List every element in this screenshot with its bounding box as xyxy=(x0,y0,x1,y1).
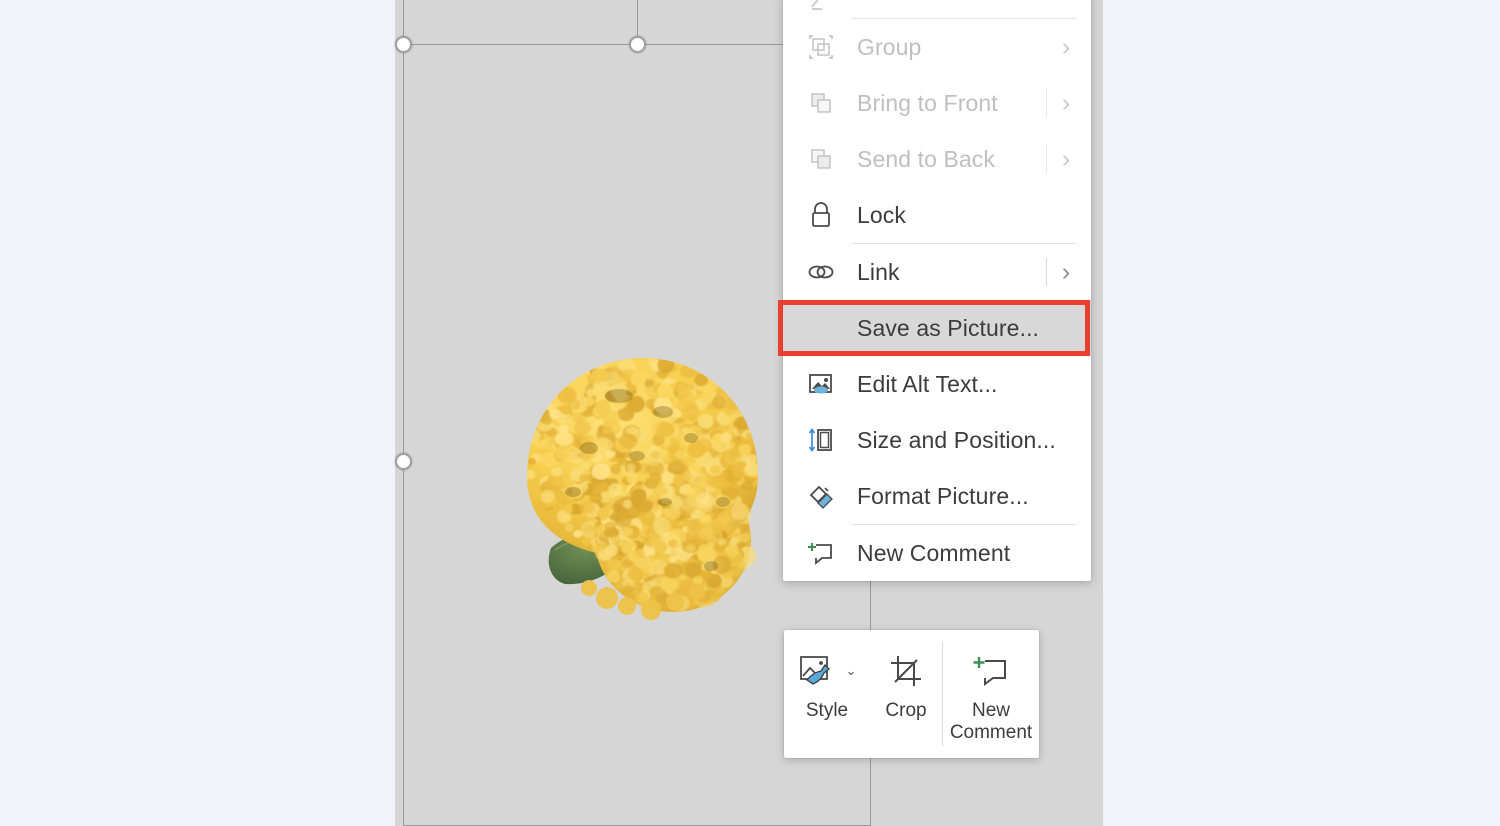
flower-picture[interactable] xyxy=(515,352,770,627)
mini-toolbar-style-button[interactable]: ⌄ Style xyxy=(784,630,870,758)
menu-item-bring-to-front-label: Bring to Front xyxy=(857,89,998,116)
group-icon xyxy=(803,31,839,63)
submenu-divider xyxy=(1046,89,1047,117)
menu-item-save-as-picture-label: Save as Picture... xyxy=(857,314,1040,341)
chevron-down-icon[interactable]: ⌄ xyxy=(846,663,857,679)
menu-item-lock-label: Lock xyxy=(857,201,906,228)
new-comment-line1: New xyxy=(971,700,1010,721)
rotate-handle-top-center[interactable] xyxy=(629,36,646,53)
picture-mini-toolbar[interactable]: ⌄ Style Crop New Comment xyxy=(784,630,1039,758)
mini-toolbar-crop-label: Crop xyxy=(885,700,927,721)
menu-item-link[interactable]: Link › xyxy=(783,244,1091,300)
size-position-icon xyxy=(803,424,839,456)
menu-item-format-picture[interactable]: Format Picture... xyxy=(783,468,1091,524)
menu-item-size-and-position[interactable]: Size and Position... xyxy=(783,412,1091,468)
menu-item-size-and-position-label: Size and Position... xyxy=(857,426,1056,453)
send-to-back-icon xyxy=(803,143,839,175)
chevron-right-icon: › xyxy=(1061,32,1071,61)
menu-item-edit-alt-text[interactable]: Edit Alt Text... xyxy=(783,356,1091,412)
mini-toolbar-style-label: Style xyxy=(805,700,849,721)
partial-row-icon xyxy=(803,0,839,18)
menu-item-save-as-picture[interactable]: Save as Picture... xyxy=(778,300,1091,356)
menu-item-send-to-back-label: Send to Back xyxy=(857,145,996,172)
submenu-divider xyxy=(1046,145,1047,173)
menu-item-new-comment-label: New Comment xyxy=(857,539,1011,566)
menu-item-new-comment[interactable]: New Comment xyxy=(783,525,1091,581)
lock-icon xyxy=(803,199,839,231)
resize-handle-middle-left[interactable] xyxy=(395,453,412,470)
chevron-right-icon: › xyxy=(1061,144,1071,173)
menu-item-format-picture-label: Format Picture... xyxy=(857,482,1029,509)
format-picture-icon xyxy=(803,480,839,512)
mini-toolbar-new-comment-button[interactable]: New Comment xyxy=(943,630,1039,758)
powerpoint-slide-editor: Group › Bring to Front › Send to Back › … xyxy=(0,0,1500,826)
menu-item-partial-top xyxy=(783,0,1091,18)
resize-handle-top-left[interactable] xyxy=(395,36,412,53)
alt-text-icon xyxy=(803,368,839,400)
save-as-picture-icon xyxy=(803,312,839,344)
submenu-divider xyxy=(1046,258,1047,286)
mini-toolbar-new-comment-label: New Comment xyxy=(950,700,1032,744)
menu-item-send-to-back[interactable]: Send to Back › xyxy=(783,131,1091,187)
bring-to-front-icon xyxy=(803,87,839,119)
menu-item-group[interactable]: Group › xyxy=(783,19,1091,75)
chevron-right-icon: › xyxy=(1061,257,1071,286)
picture-context-menu[interactable]: Group › Bring to Front › Send to Back › … xyxy=(778,0,1091,581)
chevron-right-icon: › xyxy=(1061,88,1071,117)
menu-item-link-label: Link xyxy=(857,258,900,285)
menu-item-lock[interactable]: Lock xyxy=(783,187,1091,243)
menu-item-edit-alt-text-label: Edit Alt Text... xyxy=(857,370,998,397)
new-comment-icon xyxy=(972,648,1010,694)
picture-style-icon: ⌄ xyxy=(798,648,857,694)
link-icon xyxy=(803,256,839,288)
crop-icon xyxy=(889,648,923,694)
new-comment-line2: Comment xyxy=(949,722,1033,743)
new-comment-icon xyxy=(803,537,839,569)
mini-toolbar-crop-button[interactable]: Crop xyxy=(870,630,942,758)
menu-item-bring-to-front[interactable]: Bring to Front › xyxy=(783,75,1091,131)
menu-item-group-label: Group xyxy=(857,33,922,60)
